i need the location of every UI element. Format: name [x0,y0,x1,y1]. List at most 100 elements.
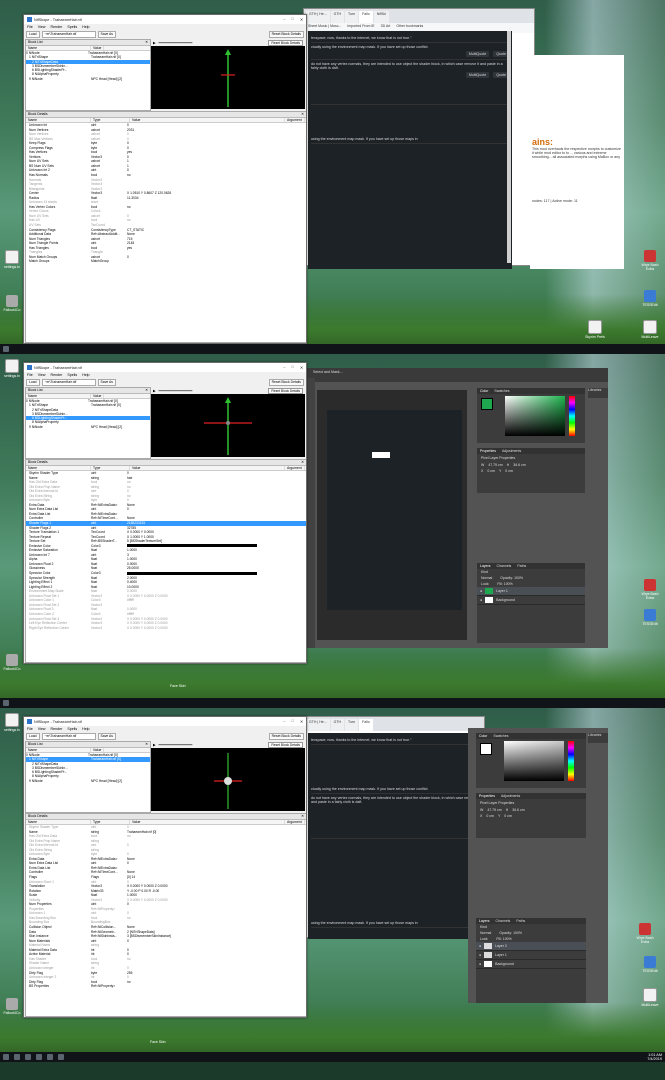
spotify-icon[interactable] [47,1054,53,1060]
desktop-icon-settings[interactable]: settings.tx [2,713,22,732]
desktop-icon-fallout4co[interactable]: Fallout4Co [2,295,22,312]
3d-viewport[interactable]: ▶ ━━━━━━━━━━━━━━━━━ Reset Block Details [151,387,305,457]
close-icon[interactable]: ✕ [145,40,148,45]
file-path-input[interactable]: ~er\TrahaeamHair.nif [41,30,96,38]
desktop-icon-tessedit[interactable]: TESSEdit [640,956,660,973]
tree-row[interactable]: 9 NiNode NPC Head [Head] [2] [26,77,150,81]
reset-block-details-button[interactable]: Reset Block Details [268,732,304,740]
menu-help[interactable]: Help [82,373,89,377]
layer-row[interactable]: ● Background [476,960,586,969]
menu-spells[interactable]: Spells [67,727,77,731]
fill-field[interactable]: Fill: 100% [496,937,511,941]
select-and-mask-button[interactable]: Select and Mask... [313,370,343,374]
menu-view[interactable]: View [38,25,46,29]
eye-icon[interactable]: ● [480,598,482,602]
menu-file[interactable]: File [27,727,33,731]
close-icon[interactable]: ✕ [300,365,303,370]
task-view-icon[interactable] [25,1054,31,1060]
color-picker-field[interactable] [504,741,564,781]
file-path-input[interactable]: ~er\TrahaeamHair.nif [41,732,96,740]
eye-icon[interactable]: ● [480,589,482,593]
taskbar-clock[interactable]: 1:01 AM 7/4/2019 [647,1053,662,1061]
close-icon[interactable]: ✕ [301,112,304,117]
foreground-color-swatch[interactable] [480,743,492,755]
3d-viewport[interactable]: ▶ ━━━━━━━━━━━━━━━━━ Reset Block Details [151,39,305,109]
multiquote-button[interactable]: MultiQuote [465,72,490,78]
close-icon[interactable]: ✕ [300,17,303,22]
desktop-icon-multileave[interactable]: MultiLeave [640,988,660,1007]
menu-view[interactable]: View [38,373,46,377]
width-field[interactable]: 47.75 cm [488,463,502,467]
browser-tab[interactable]: GTH | He... [306,11,330,23]
photoshop-icon[interactable] [58,1054,64,1060]
menu-render[interactable]: Render [51,373,63,377]
browser-tab[interactable]: GTH | He... [306,719,330,731]
desktop-icon-fallout4co[interactable]: Fallout4Co [2,654,22,671]
ps-document-canvas[interactable] [317,390,467,640]
height-field[interactable]: 36.6 cm [513,463,525,467]
desktop-icon-fallout4co[interactable]: Fallout4Co [2,998,22,1015]
desktop-icon-skyrimprefs[interactable]: Skyrim Prefs [585,320,605,339]
tree-row[interactable]: 9 NiNode NPC Head [Head] [2] [26,779,150,783]
opacity-field[interactable]: Opacity: 100% [499,931,522,935]
desktop-icon-multileave[interactable]: MultiLeave [640,320,660,339]
height-field[interactable]: 36.6 cm [512,808,524,812]
reset-block-details-button[interactable]: Reset Block Details [268,30,304,38]
save-as-button[interactable]: Save As [97,30,116,38]
load-button[interactable]: Load [26,732,40,740]
3d-viewport[interactable]: ▶ ━━━━━━━━━━━━━━━━━ Reset Block Details [151,741,305,811]
file-path-input[interactable]: ~er\TrahaeamHair.nif [41,378,96,386]
windows-start-icon[interactable] [3,346,9,352]
maximize-icon[interactable]: □ [292,17,294,22]
hue-slider[interactable] [568,741,574,781]
eye-icon[interactable]: ● [479,944,481,948]
menu-file[interactable]: File [27,373,33,377]
menu-file[interactable]: File [27,25,33,29]
close-icon[interactable]: ✕ [145,388,148,393]
chrome-icon[interactable] [36,1054,42,1060]
width-field[interactable]: 47.75 cm [487,808,501,812]
close-icon[interactable]: ✕ [301,460,304,465]
fill-field[interactable]: Fill: 100% [497,582,512,586]
foreground-color-swatch[interactable] [481,398,493,410]
menu-spells[interactable]: Spells [67,25,77,29]
desktop-icon-wryebash[interactable]: Wrye Bash Extra [635,923,655,944]
maximize-icon[interactable]: □ [292,365,294,370]
load-button[interactable]: Load [26,30,40,38]
minimize-icon[interactable]: – [283,365,285,370]
menu-spells[interactable]: Spells [67,373,77,377]
blend-mode-select[interactable]: Normal [480,931,491,935]
desktop-icon-settings[interactable]: settings.tx [2,250,22,269]
desktop-icon-wryebash[interactable]: Wrye Bash Extra [640,579,660,600]
menu-render[interactable]: Render [51,727,63,731]
close-icon[interactable]: ✕ [301,814,304,819]
menu-view[interactable]: View [38,727,46,731]
desktop-icon-tessedit[interactable]: TESSEdit [640,609,660,626]
menu-help[interactable]: Help [82,727,89,731]
color-picker-field[interactable] [505,396,565,436]
multiquote-button[interactable]: MultiQuote [465,51,490,57]
eye-icon[interactable]: ● [479,962,481,966]
browser-tab[interactable]: Fallo [359,11,373,23]
x-field[interactable]: 0 cm [486,814,494,818]
close-icon[interactable]: ✕ [145,742,148,747]
browser-scrollbar[interactable] [507,31,511,263]
load-button[interactable]: Load [26,378,40,386]
layer-row[interactable]: ● Background [477,596,585,605]
desktop-icon-wryebash[interactable]: Wrye Bash Extra [640,250,660,271]
detail-row[interactable]: Match Groups MatchGroup [26,259,306,264]
windows-start-icon[interactable] [3,1054,9,1060]
hue-slider[interactable] [569,396,575,436]
x-field[interactable]: 0 cm [487,469,495,473]
tree-row[interactable]: 9 NiNode NPC Head [Head] [2] [26,425,150,429]
windows-start-icon[interactable] [3,700,9,706]
browser-tab[interactable]: GTH [330,719,345,731]
browser-tab[interactable]: GTH [330,11,345,23]
menu-render[interactable]: Render [51,25,63,29]
minimize-icon[interactable]: – [283,17,285,22]
y-field[interactable]: 0 cm [505,469,513,473]
detail-row[interactable]: BS Properties Ref<NiProperty> [26,984,306,989]
maximize-icon[interactable]: □ [292,719,294,724]
layer-row[interactable]: ● Layer 1 [477,587,585,596]
opacity-field[interactable]: Opacity: 100% [500,576,523,580]
